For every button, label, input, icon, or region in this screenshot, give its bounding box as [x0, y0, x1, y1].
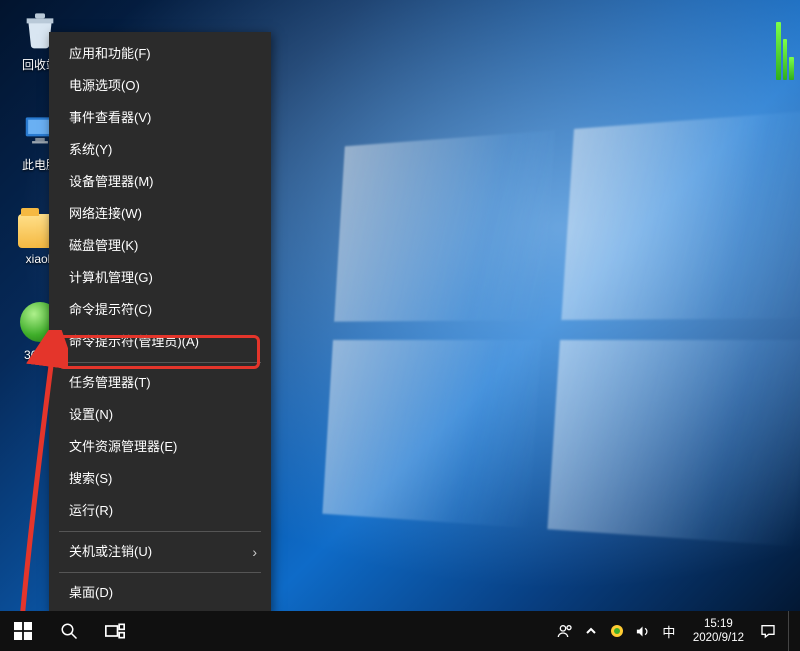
- menu-item-label: 磁盘管理(K): [69, 238, 138, 254]
- chevron-right-icon: ›: [252, 544, 257, 560]
- menu-item-search[interactable]: 搜索(S): [49, 463, 271, 495]
- menu-item-shutdown-signout[interactable]: 关机或注销(U) ›: [49, 536, 271, 568]
- menu-item-settings[interactable]: 设置(N): [49, 399, 271, 431]
- menu-item-power-options[interactable]: 电源选项(O): [49, 70, 271, 102]
- taskbar: 中 15:19 2020/9/12: [0, 611, 800, 651]
- menu-item-label: 网络连接(W): [69, 206, 142, 222]
- menu-item-file-explorer[interactable]: 文件资源管理器(E): [49, 431, 271, 463]
- start-button[interactable]: [0, 611, 46, 651]
- menu-item-network-connections[interactable]: 网络连接(W): [49, 198, 271, 230]
- chevron-up-icon: [585, 625, 597, 637]
- wallpaper-windows-logo: [321, 108, 800, 569]
- menu-item-desktop[interactable]: 桌面(D): [49, 577, 271, 609]
- menu-item-command-prompt-admin[interactable]: 命令提示符(管理员)(A): [49, 326, 271, 358]
- menu-item-label: 设备管理器(M): [69, 174, 154, 190]
- tray-volume[interactable]: [633, 611, 653, 651]
- task-view-icon: [105, 623, 125, 639]
- tray-action-center[interactable]: [758, 611, 778, 651]
- menu-separator: [59, 362, 261, 363]
- 360-tray-icon: [610, 624, 624, 638]
- menu-item-label: 关机或注销(U): [69, 544, 152, 560]
- menu-item-label: 应用和功能(F): [69, 46, 151, 62]
- tray-clock[interactable]: 15:19 2020/9/12: [685, 617, 752, 645]
- menu-item-command-prompt[interactable]: 命令提示符(C): [49, 294, 271, 326]
- desktop[interactable]: 回收站 此电脑 xiaob 360安 应用和功能(F) 电源选项(O) 事件查看…: [0, 0, 800, 651]
- menu-item-label: 系统(Y): [69, 142, 112, 158]
- clock-date: 2020/9/12: [693, 631, 744, 645]
- menu-item-apps-features[interactable]: 应用和功能(F): [49, 38, 271, 70]
- menu-item-label: 电源选项(O): [69, 78, 140, 94]
- menu-item-label: 设置(N): [69, 407, 113, 423]
- menu-item-label: 文件资源管理器(E): [69, 439, 177, 455]
- menu-item-task-manager[interactable]: 任务管理器(T): [49, 367, 271, 399]
- windows-logo-icon: [14, 622, 32, 640]
- show-desktop-button[interactable]: [788, 611, 794, 651]
- volume-icon: [635, 624, 650, 639]
- winx-menu: 应用和功能(F) 电源选项(O) 事件查看器(V) 系统(Y) 设备管理器(M)…: [49, 32, 271, 615]
- menu-item-label: 命令提示符(C): [69, 302, 152, 318]
- ime-label: 中: [662, 622, 675, 641]
- tray-360-icon[interactable]: [607, 611, 627, 651]
- menu-item-label: 运行(R): [69, 503, 113, 519]
- action-center-icon: [760, 623, 776, 639]
- menu-item-label: 命令提示符(管理员)(A): [69, 334, 199, 350]
- people-icon: [557, 623, 573, 639]
- menu-item-event-viewer[interactable]: 事件查看器(V): [49, 102, 271, 134]
- clock-time: 15:19: [693, 617, 744, 631]
- menu-item-label: 搜索(S): [69, 471, 112, 487]
- menu-item-run[interactable]: 运行(R): [49, 495, 271, 527]
- tray-people[interactable]: [555, 611, 575, 651]
- tray-ime[interactable]: 中: [659, 611, 679, 651]
- search-icon: [60, 622, 78, 640]
- menu-item-device-manager[interactable]: 设备管理器(M): [49, 166, 271, 198]
- volume-meter-overlay: [776, 22, 794, 80]
- menu-item-disk-management[interactable]: 磁盘管理(K): [49, 230, 271, 262]
- task-view-button[interactable]: [92, 611, 138, 651]
- menu-item-label: 任务管理器(T): [69, 375, 151, 391]
- menu-item-label: 事件查看器(V): [69, 110, 151, 126]
- menu-item-label: 桌面(D): [69, 585, 113, 601]
- menu-item-computer-management[interactable]: 计算机管理(G): [49, 262, 271, 294]
- menu-item-label: 计算机管理(G): [69, 270, 153, 286]
- tray-chevron-up[interactable]: [581, 611, 601, 651]
- menu-separator: [59, 531, 261, 532]
- menu-separator: [59, 572, 261, 573]
- search-button[interactable]: [46, 611, 92, 651]
- menu-item-system[interactable]: 系统(Y): [49, 134, 271, 166]
